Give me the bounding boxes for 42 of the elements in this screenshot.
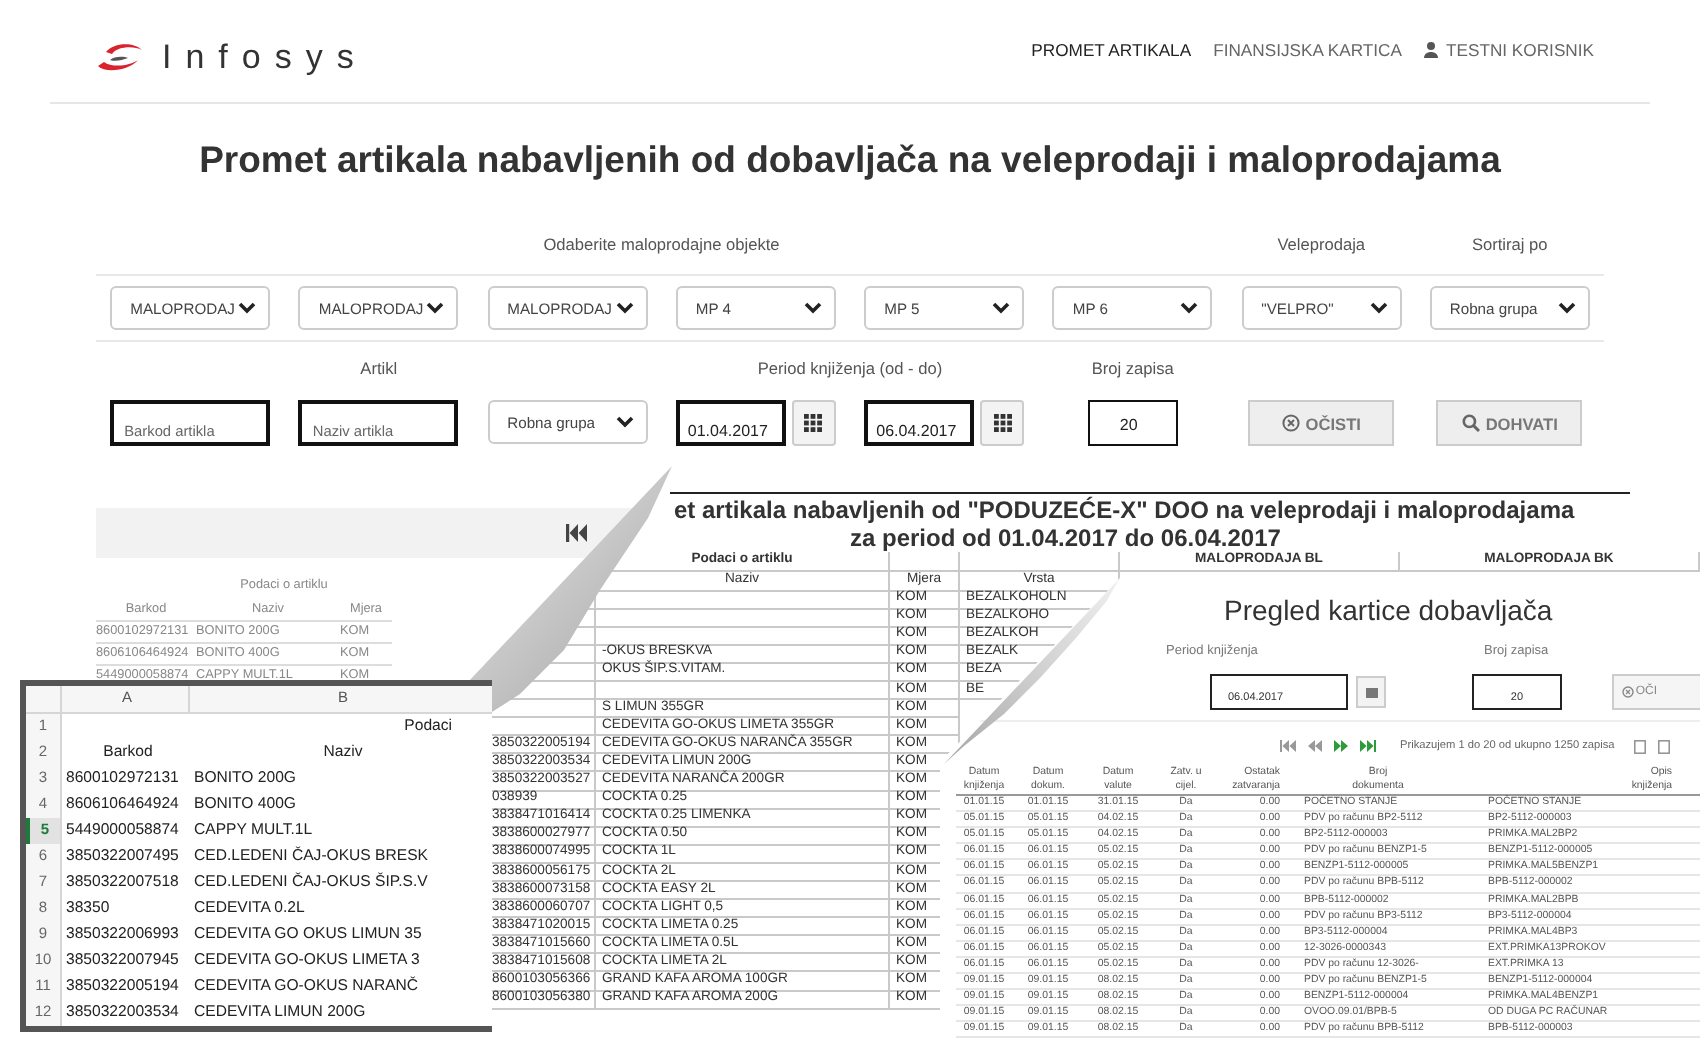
chevron-icon — [238, 302, 257, 314]
last-page-icon[interactable] — [1360, 740, 1376, 752]
clear-icon — [1281, 414, 1300, 432]
nav-link[interactable]: TESTNI KORISNIK — [1423, 39, 1594, 59]
calendar-icon — [1365, 687, 1378, 697]
next-page-icon[interactable] — [1334, 740, 1348, 752]
field-label: Artikl — [358, 358, 400, 382]
card-title: Pregled kartice dobavljača — [1224, 594, 1553, 630]
report-title: et artikala nabavljenih od "PODUZEĆE-X" DOO na veleprodaji i maloprodajama — [672, 496, 1575, 524]
logo-icon — [94, 39, 146, 75]
chevron-icon — [1369, 302, 1388, 314]
report-subtitle: za period od 01.04.2017 do 06.04.2017 — [850, 524, 1281, 552]
chevron-icon — [426, 302, 445, 314]
search-icon — [1461, 414, 1480, 432]
chevron-icon — [1180, 302, 1199, 314]
count-field[interactable]: 20 — [1087, 400, 1178, 446]
page-title: Promet artikala nabavljenih od dobavljača na veleprodaji i maloprodajama — [197, 138, 1503, 184]
clear-button[interactable]: OČISTI — [1248, 400, 1395, 446]
clear-icon — [1621, 686, 1634, 698]
date-field[interactable]: 01.04.2017 — [675, 400, 786, 446]
logo: Infosys — [162, 37, 368, 77]
calendar-button[interactable] — [980, 400, 1025, 446]
user-icon — [1423, 41, 1438, 57]
nav-link[interactable]: PROMET ARTIKALA — [1031, 39, 1192, 59]
chevron-icon — [1557, 302, 1576, 314]
field-label: Sortiraj po — [1469, 234, 1550, 258]
date-field[interactable]: 06.04.2017 — [864, 400, 975, 446]
field-label: Broj zapisa — [1089, 358, 1176, 382]
field-label: Period knjiženja (od - do) — [755, 358, 945, 382]
nav-link[interactable]: FINANSIJSKA KARTICA — [1213, 39, 1402, 59]
calendar-button[interactable] — [791, 400, 836, 446]
chevron-icon — [803, 302, 822, 314]
chevron-icon — [615, 302, 634, 314]
chevron-icon — [992, 302, 1011, 314]
field-label: Odaberite maloprodajne objekte — [541, 234, 782, 258]
calendar-icon — [993, 414, 1012, 432]
chevron-icon — [615, 416, 634, 428]
first-page-icon[interactable] — [566, 524, 588, 542]
calendar-icon — [804, 414, 823, 432]
previous-page-icon[interactable] — [1308, 740, 1322, 752]
fetch-button[interactable]: DOHVATI — [1436, 400, 1583, 446]
field-label: Veleprodaja — [1275, 234, 1368, 258]
